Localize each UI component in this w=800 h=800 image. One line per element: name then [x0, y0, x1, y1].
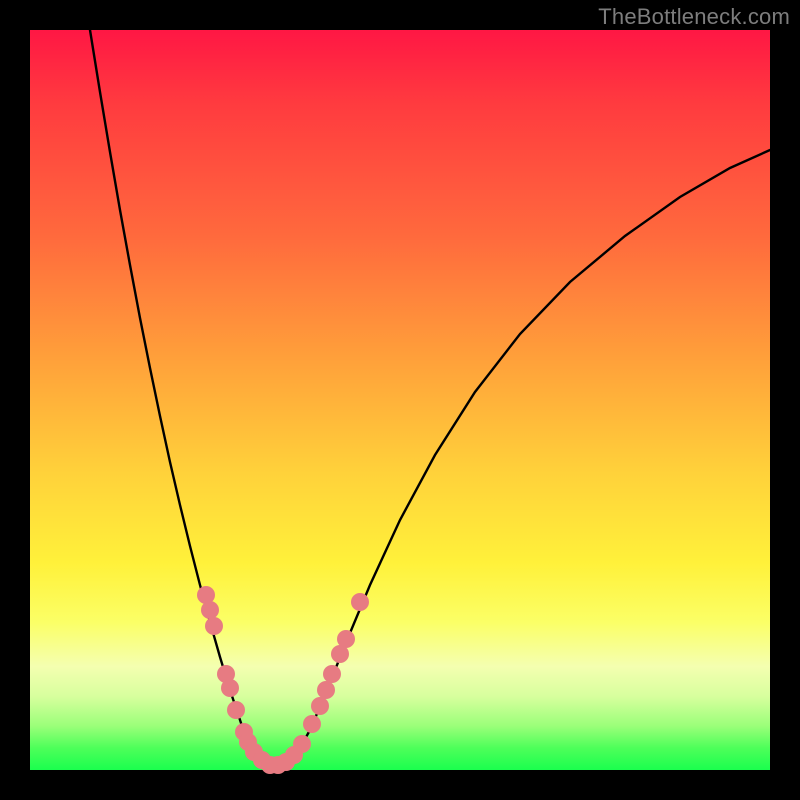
scatter-dot: [311, 697, 329, 715]
scatter-dot: [351, 593, 369, 611]
scatter-dot: [317, 681, 335, 699]
scatter-dot: [293, 735, 311, 753]
bottleneck-curve: [90, 30, 770, 766]
scatter-dot: [221, 679, 239, 697]
watermark-text: TheBottleneck.com: [598, 4, 790, 30]
scatter-dot: [303, 715, 321, 733]
scatter-dot: [323, 665, 341, 683]
scatter-dot: [201, 601, 219, 619]
chart-svg: [30, 30, 770, 770]
chart-frame: TheBottleneck.com: [0, 0, 800, 800]
scatter-dot: [205, 617, 223, 635]
scatter-dot: [337, 630, 355, 648]
chart-plot-area: [30, 30, 770, 770]
scatter-dot: [227, 701, 245, 719]
scatter-markers: [197, 586, 369, 774]
